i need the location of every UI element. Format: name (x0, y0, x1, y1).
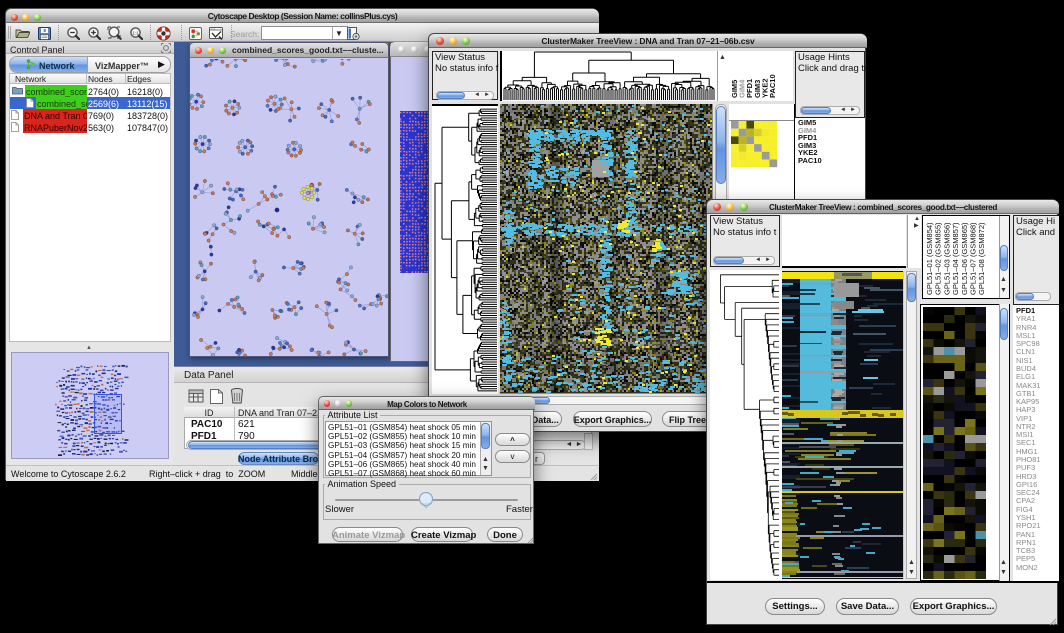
svg-text:GPL51–01 (GSM854): GPL51–01 (GSM854) (925, 222, 934, 295)
svg-text:GPL51–03 (GSM856): GPL51–03 (GSM856) (942, 222, 951, 295)
svg-text:GPL51–08 (GSM872): GPL51–08 (GSM872) (977, 222, 986, 295)
svg-text:PAC10: PAC10 (768, 74, 777, 98)
svg-text:GPL51–04 (GSM857): GPL51–04 (GSM857) (951, 222, 960, 295)
svg-text:GPL51–07 (GSM868): GPL51–07 (GSM868) (969, 222, 978, 295)
svg-text:1:1: 1:1 (132, 31, 139, 36)
svg-text:GPL51–02 (GSM855): GPL51–02 (GSM855) (934, 222, 943, 295)
svg-text:GPL51–06 (GSM865): GPL51–06 (GSM865) (960, 222, 969, 295)
